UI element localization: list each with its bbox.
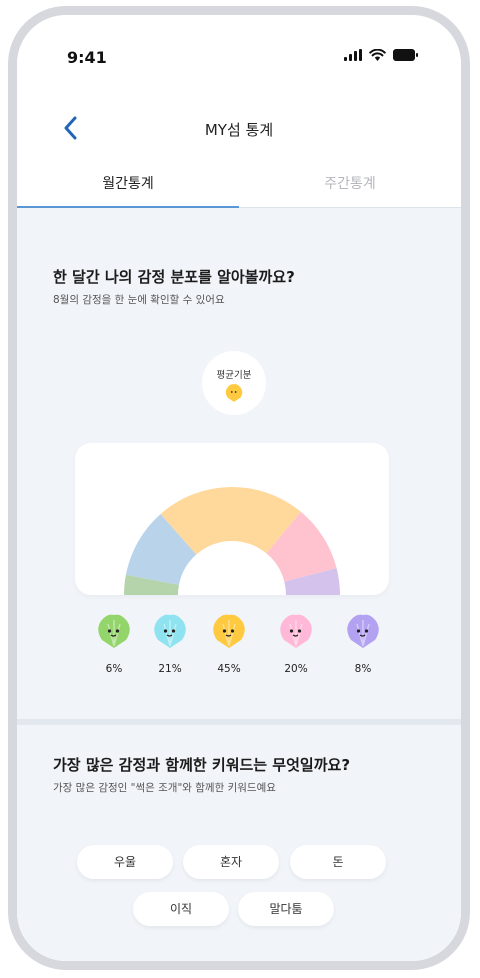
screen: 9:41 MY섬 통계 월간통계 주간통계 한 달간 나의 감정 분포를 알아볼… xyxy=(17,15,461,961)
pink-shell-icon xyxy=(280,614,312,648)
status-time: 9:41 xyxy=(67,48,107,67)
content-area: 한 달간 나의 감정 분포를 알아볼까요? 8월의 감정을 한 눈에 확인할 수… xyxy=(17,208,461,961)
average-mood-label: 평균기분 xyxy=(216,370,252,381)
green-shell-icon xyxy=(98,614,130,648)
nav-bar: MY섬 통계 xyxy=(17,111,461,151)
wifi-icon xyxy=(369,49,386,61)
emotion-percent: 45% xyxy=(217,663,241,675)
status-bar: 9:41 xyxy=(17,15,461,75)
keyword-chip[interactable]: 돈 xyxy=(290,845,386,879)
signal-icon xyxy=(344,49,362,61)
status-icons xyxy=(344,49,419,61)
distribution-subheading: 8월의 감정을 한 눈에 확인할 수 있어요 xyxy=(53,294,225,306)
section-divider xyxy=(17,719,461,725)
chart-card xyxy=(75,443,389,595)
emotion-percent: 20% xyxy=(284,663,308,675)
keyword-chip[interactable]: 이직 xyxy=(133,892,229,926)
keyword-chip[interactable]: 우울 xyxy=(77,845,173,879)
yellow-shell-icon xyxy=(213,614,245,648)
keyword-heading: 가장 많은 감정과 함께한 키워드는 무엇일까요? xyxy=(53,756,351,774)
keyword-subheading: 가장 많은 감정인 "썩은 조개"와 함께한 키워드예요 xyxy=(53,782,276,794)
emotion-percent: 6% xyxy=(105,663,123,675)
keyword-chip[interactable]: 혼자 xyxy=(183,845,279,879)
tab-monthly[interactable]: 월간통계 xyxy=(17,173,239,193)
distribution-heading: 한 달간 나의 감정 분포를 알아볼까요? xyxy=(53,268,295,286)
tab-weekly[interactable]: 주간통계 xyxy=(239,173,461,193)
phone-frame: 9:41 MY섬 통계 월간통계 주간통계 한 달간 나의 감정 분포를 알아볼… xyxy=(8,6,470,970)
average-mood-badge: 평균기분 xyxy=(202,351,266,415)
blue-shell-icon xyxy=(154,614,186,648)
battery-icon xyxy=(393,49,418,61)
keyword-chip[interactable]: 말다툼 xyxy=(238,892,334,926)
page-title: MY섬 통계 xyxy=(204,121,274,139)
emotion-percent: 21% xyxy=(158,663,182,675)
purple-shell-icon xyxy=(347,614,379,648)
emotion-donut-chart xyxy=(124,487,340,595)
yellow-shell-icon xyxy=(225,384,243,402)
emotion-percent: 8% xyxy=(354,663,372,675)
tab-bar: 월간통계 주간통계 xyxy=(17,165,461,211)
